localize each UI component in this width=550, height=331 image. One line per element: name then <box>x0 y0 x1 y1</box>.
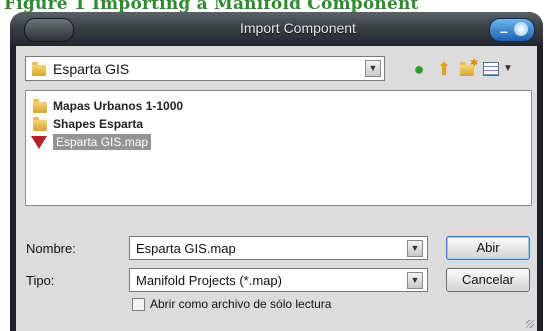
cancel-button[interactable]: Cancelar <box>446 268 530 292</box>
window-menu-icon[interactable] <box>24 18 74 42</box>
location-combo[interactable]: Esparta GIS ▼ <box>25 56 385 81</box>
up-folder-icon[interactable]: ⬆ <box>433 58 455 80</box>
import-dialog: Import Component – Esparta GIS ▼ ● ⬆ ✱ ▼… <box>10 12 543 331</box>
resize-grip[interactable] <box>526 320 534 328</box>
open-button[interactable]: Abir <box>446 236 530 260</box>
folder-icon <box>33 117 47 131</box>
readonly-checkbox[interactable] <box>132 298 145 311</box>
file-type-select[interactable]: Manifold Projects (*.map) ▼ <box>129 268 428 292</box>
readonly-checkbox-label[interactable]: Abrir como archivo de sólo lectura <box>150 297 331 311</box>
chevron-down-icon[interactable]: ▼ <box>407 272 423 289</box>
background-page: Figure 1 Importing a Manifold Component <box>0 0 550 12</box>
file-type-value: Manifold Projects (*.map) <box>136 273 282 288</box>
file-name-value: Esparta GIS.map <box>136 241 236 256</box>
list-item-label: Mapas Urbanos 1-1000 <box>53 99 184 113</box>
type-label: Tipo: <box>26 273 55 288</box>
minimize-icon[interactable]: – <box>500 23 508 39</box>
window-controls[interactable]: – <box>489 18 535 42</box>
file-name-field[interactable]: Esparta GIS.map ▼ <box>129 236 428 260</box>
close-icon[interactable] <box>514 22 528 36</box>
new-folder-icon[interactable]: ✱ <box>457 58 479 80</box>
location-text: Esparta GIS <box>53 61 130 77</box>
chevron-down-icon[interactable]: ▼ <box>365 60 381 77</box>
file-list[interactable]: Mapas Urbanos 1-1000 Shapes Esparta Espa… <box>25 90 532 206</box>
list-item-label: Shapes Esparta <box>53 117 144 131</box>
background-heading: Figure 1 Importing a Manifold Component <box>4 0 419 12</box>
title-bar[interactable]: Import Component – <box>10 12 543 46</box>
dialog-title: Import Component <box>240 20 356 36</box>
back-arrow-icon[interactable]: ● <box>408 58 430 80</box>
list-item-label: Esparta GIS.map <box>53 134 152 150</box>
chevron-down-icon[interactable]: ▼ <box>407 240 423 257</box>
folder-icon <box>33 99 47 113</box>
dialog-body: Esparta GIS ▼ ● ⬆ ✱ ▼ Mapas Urbanos 1-10… <box>16 46 537 331</box>
name-label: Nombre: <box>26 241 76 256</box>
view-menu-icon[interactable]: ▼ <box>481 58 517 80</box>
folder-icon <box>32 62 46 76</box>
map-file-icon <box>31 136 47 149</box>
